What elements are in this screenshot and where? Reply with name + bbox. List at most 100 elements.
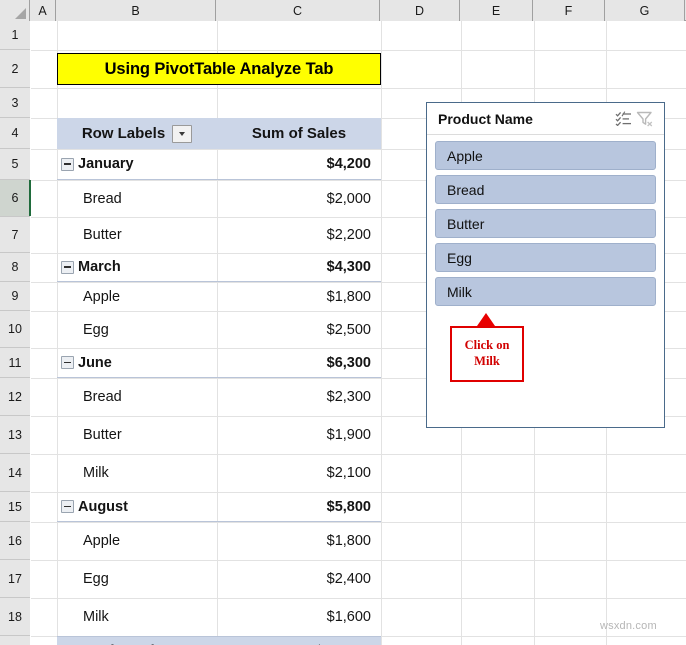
pivot-item-row: Egg $2,400 xyxy=(57,560,381,598)
pivot-row-value-cell: $2,400 xyxy=(326,571,371,587)
row-header-2[interactable]: 2 xyxy=(0,50,30,88)
pivot-row-value-cell: $4,200 xyxy=(326,156,371,172)
pivot-item-row: Bread $2,300 xyxy=(57,378,381,416)
minus-box-icon[interactable] xyxy=(61,500,74,513)
row-header-4[interactable]: 4 xyxy=(0,118,30,149)
pivot-row-value-cell: $1,800 xyxy=(326,533,371,549)
row-header-18[interactable]: 18 xyxy=(0,598,30,636)
pivot-row-value-cell: $2,200 xyxy=(326,227,371,243)
minus-box-icon[interactable] xyxy=(61,356,74,369)
slicer-item-label: Butter xyxy=(447,215,485,232)
slicer-item-label: Egg xyxy=(447,249,472,266)
pivot-item-row: Milk $2,100 xyxy=(57,454,381,492)
row-header-7[interactable]: 7 xyxy=(0,217,30,253)
row-header-11[interactable]: 11 xyxy=(0,348,30,378)
slicer-item-egg[interactable]: Egg xyxy=(435,243,656,272)
page-title-banner: Using PivotTable Analyze Tab xyxy=(57,53,381,85)
chevron-down-icon[interactable] xyxy=(172,124,193,143)
annotation-line-1: Click on xyxy=(464,338,510,353)
pivot-row-value-cell: $2,000 xyxy=(326,190,371,207)
clear-filter-funnel-icon[interactable] xyxy=(634,109,656,129)
row-header-19[interactable]: 19 xyxy=(0,636,30,645)
row-header-1[interactable]: 1 xyxy=(0,21,30,50)
pivot-item-row: Milk $1,600 xyxy=(57,598,381,636)
pivot-row-value-cell: $2,100 xyxy=(326,465,371,481)
pivot-item-row: Apple $1,800 xyxy=(57,522,381,560)
pivot-row-label-text: June xyxy=(78,354,112,371)
pivot-row-label-text: Milk xyxy=(83,609,109,625)
row-labels-header-text: Row Labels xyxy=(81,125,166,142)
row-header-14[interactable]: 14 xyxy=(0,454,30,492)
pivot-row-label-text: August xyxy=(78,498,128,515)
pivot-row-label-text: March xyxy=(78,259,121,275)
pivot-row-label-cell: Bread xyxy=(57,378,217,416)
pivot-row-value-cell: $20,600 xyxy=(217,637,381,645)
pivot-row-label-cell: March xyxy=(57,253,217,281)
pivot-row-label-cell: Egg xyxy=(57,311,217,348)
row-header-16[interactable]: 16 xyxy=(0,522,30,560)
minus-box-icon[interactable] xyxy=(61,157,74,171)
column-header-c[interactable]: C xyxy=(216,0,380,21)
column-header-b[interactable]: B xyxy=(56,0,216,21)
pivot-table: Row Labels Sum of Sales January $4,200 Bread… xyxy=(57,118,381,645)
pivot-row-value-cell: $2,500 xyxy=(326,321,371,338)
column-header-e[interactable]: E xyxy=(460,0,533,21)
pivot-group-row: August $5,800 xyxy=(57,492,381,522)
row-header-15[interactable]: 15 xyxy=(0,492,30,522)
slicer-item-apple[interactable]: Apple xyxy=(435,141,656,170)
pivot-row-value-cell: $2,300 xyxy=(326,389,371,405)
pivot-row-label-text: Bread xyxy=(83,190,122,207)
slicer-item-list: Apple Bread Butter Egg Milk xyxy=(427,135,664,314)
pivot-group-row: March $4,300 xyxy=(57,253,381,282)
pivot-row-label-cell: January xyxy=(57,149,217,179)
pivot-row-value-cell: $4,300 xyxy=(326,259,371,275)
row-header-strip: 12345678910111213141516171819 xyxy=(0,21,31,645)
row-header-6[interactable]: 6 xyxy=(0,180,31,217)
pivot-row-label-cell: Milk xyxy=(57,598,217,636)
minus-box-icon[interactable] xyxy=(61,260,74,274)
pivot-item-row: Butter $2,200 xyxy=(57,217,381,253)
row-header-10[interactable]: 10 xyxy=(0,311,30,348)
pivot-row-label-text: Egg xyxy=(83,571,109,587)
pivot-row-label-cell: Butter xyxy=(57,416,217,454)
row-header-5[interactable]: 5 xyxy=(0,149,30,180)
pivot-row-label-cell: August xyxy=(57,492,217,521)
pivot-item-row: Butter $1,900 xyxy=(57,416,381,454)
slicer-item-butter[interactable]: Butter xyxy=(435,209,656,238)
column-header-f[interactable]: F xyxy=(533,0,605,21)
pivot-row-value-cell: $1,900 xyxy=(326,427,371,443)
pivot-item-row: Egg $2,500 xyxy=(57,311,381,348)
page-title: Using PivotTable Analyze Tab xyxy=(104,59,334,78)
pivot-row-label-text: Butter xyxy=(83,427,122,443)
pivot-item-row: Bread $2,000 xyxy=(57,180,381,217)
pivot-row-label-cell: Milk xyxy=(57,454,217,492)
column-header-a[interactable]: A xyxy=(30,0,56,21)
row-header-13[interactable]: 13 xyxy=(0,416,30,454)
pivot-row-label-cell: Apple xyxy=(57,282,217,311)
column-header-g[interactable]: G xyxy=(605,0,685,21)
slicer-item-milk[interactable]: Milk xyxy=(435,277,656,306)
pivot-row-label-text: Butter xyxy=(83,227,122,243)
pivot-row-label-cell: Grand Total xyxy=(57,637,217,645)
pivot-row-value-cell: $6,300 xyxy=(326,354,371,371)
watermark: wsxdn.com xyxy=(600,620,657,632)
slicer-item-label: Bread xyxy=(447,181,485,198)
pivot-row-value-cell: $1,600 xyxy=(326,609,371,625)
row-header-17[interactable]: 17 xyxy=(0,560,30,598)
pivot-row-value-cell: $1,800 xyxy=(326,288,371,305)
row-header-12[interactable]: 12 xyxy=(0,378,30,416)
pivot-row-label-text: Bread xyxy=(83,389,122,405)
multi-select-checklist-icon[interactable] xyxy=(612,109,634,129)
row-header-8[interactable]: 8 xyxy=(0,253,30,282)
pivot-row-label-text: Egg xyxy=(83,321,109,338)
row-header-3[interactable]: 3 xyxy=(0,88,30,118)
slicer-item-bread[interactable]: Bread xyxy=(435,175,656,204)
pivot-row-label-cell: Egg xyxy=(57,560,217,598)
pivot-row-value-cell: $5,800 xyxy=(326,498,371,515)
row-header-9[interactable]: 9 xyxy=(0,282,30,311)
column-header-d[interactable]: D xyxy=(380,0,460,21)
pivot-total-row: Grand Total$20,600 xyxy=(57,636,381,645)
pivot-row-label-cell: Apple xyxy=(57,522,217,560)
annotation-callout: Click on Milk xyxy=(450,326,524,382)
select-all-corner-button[interactable] xyxy=(0,0,30,21)
